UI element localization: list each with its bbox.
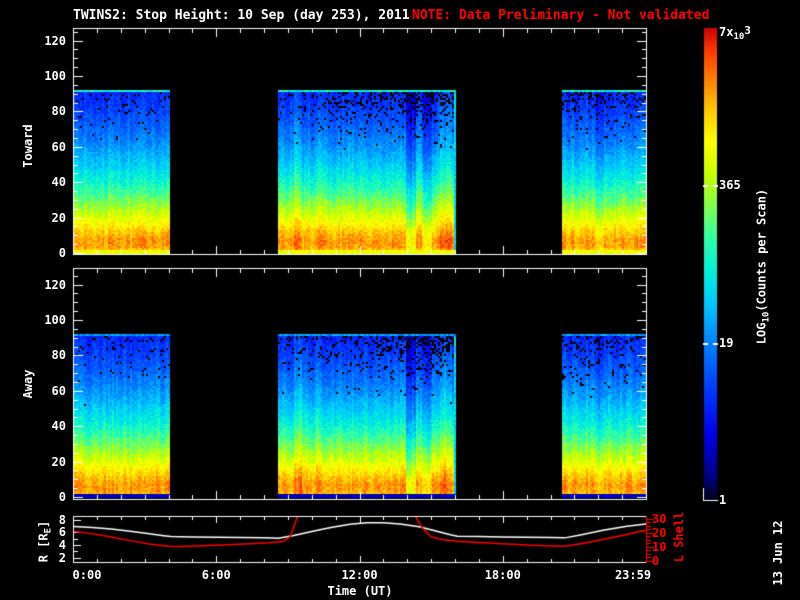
x-tick-label: 23:59 <box>603 568 663 582</box>
toward-ytick-label: 120 <box>26 34 66 48</box>
away-ytick-label: 40 <box>26 419 66 433</box>
colorbar-tick-label: 1 <box>719 493 726 507</box>
colorbar-title: LOG10(Counts per Scan) <box>755 157 774 377</box>
figure: TWINS2: Stop Height: 10 Sep (day 253), 2… <box>0 0 800 600</box>
lshell-ytick-label: 30 <box>652 512 666 526</box>
colorbar-tick-label: 365 <box>719 178 741 192</box>
lshell-ytick-label: 0 <box>652 554 659 568</box>
away-ytick-label: 0 <box>26 490 66 504</box>
x-tick-label: 18:00 <box>473 568 533 582</box>
away-ytick-label: 80 <box>26 348 66 362</box>
r-ytick-label: 2 <box>26 551 66 565</box>
away-ytick-label: 100 <box>26 313 66 327</box>
lshell-ytick-label: 20 <box>652 526 666 540</box>
toward-ytick-label: 0 <box>26 246 66 260</box>
lshell-ytick-label: 10 <box>652 540 666 554</box>
x-tick-label: 12:00 <box>330 568 390 582</box>
x-axis-title: Time (UT) <box>300 584 420 598</box>
away-ytick-label: 60 <box>26 384 66 398</box>
toward-ytick-label: 100 <box>26 69 66 83</box>
preliminary-note: NOTE: Data Preliminary - Not validated <box>412 9 709 23</box>
colorbar-max-label: 7x103 <box>719 24 751 44</box>
toward-ytick-label: 80 <box>26 104 66 118</box>
away-ytick-label: 20 <box>26 455 66 469</box>
colorbar-tick-label: 19 <box>719 336 733 350</box>
toward-ytick-label: 20 <box>26 211 66 225</box>
away-ytick-label: 120 <box>26 278 66 292</box>
x-tick-label: 0:00 <box>57 568 117 582</box>
x-tick-label: 6:00 <box>186 568 246 582</box>
toward-ytick-label: 60 <box>26 140 66 154</box>
lshell-axis-label: L Shell <box>672 495 686 579</box>
page-title: TWINS2: Stop Height: 10 Sep (day 253), 2… <box>73 9 410 23</box>
datestamp: 13 Jun 12 <box>771 512 785 594</box>
toward-ytick-label: 40 <box>26 175 66 189</box>
